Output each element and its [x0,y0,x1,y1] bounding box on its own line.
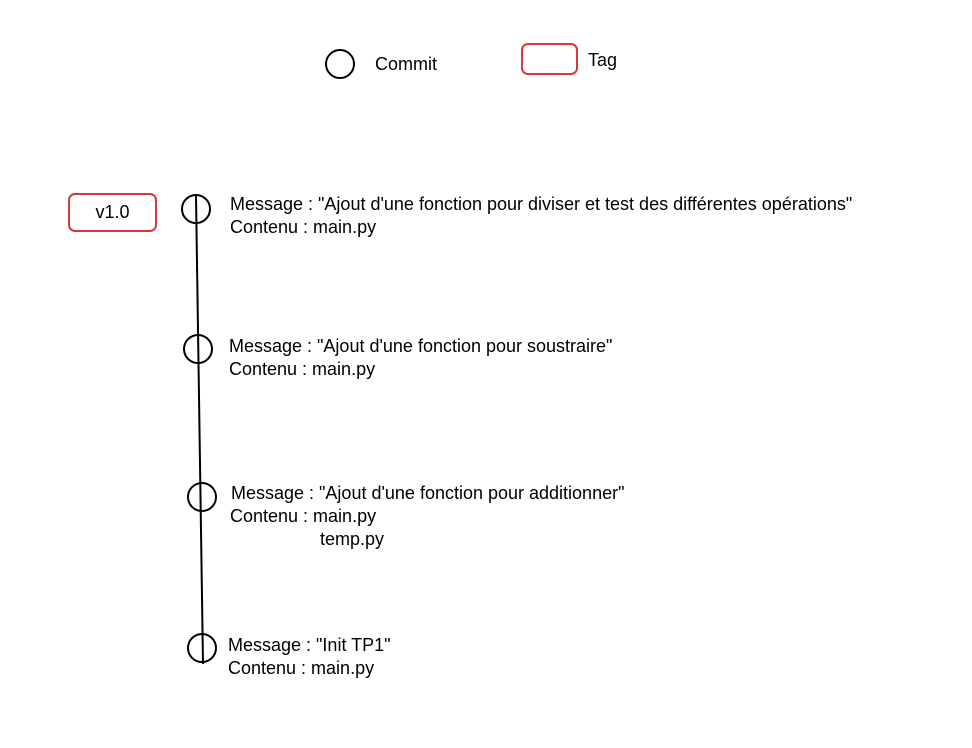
commit-3-content: Contenu : main.py [230,506,377,526]
commit-2-content: Contenu : main.py [229,359,376,379]
commit-node-3 [187,482,217,512]
diagram-shapes [68,43,578,665]
branch-line [195,195,204,665]
legend-tag-label: Tag [588,50,618,70]
commit-2-message: Message : "Ajout d'une fonction pour sou… [229,336,613,356]
tag-label-v1-0: v1.0 [95,202,130,222]
commit-1-message: Message : "Ajout d'une fonction pour div… [230,194,853,214]
legend-tag-box [521,43,578,75]
commit-3-content-extra: temp.py [320,529,385,549]
commit-4-message: Message : "Init TP1" [228,635,391,655]
commit-3-message: Message : "Ajout d'une fonction pour add… [231,483,625,503]
git-history-diagram: Commit Tag v1.0 Message : "Ajout d'une f… [0,0,972,748]
commit-4-content: Contenu : main.py [228,658,375,678]
legend-commit-label: Commit [375,54,437,74]
commit-1-content: Contenu : main.py [230,217,377,237]
legend-commit-circle [325,49,355,79]
